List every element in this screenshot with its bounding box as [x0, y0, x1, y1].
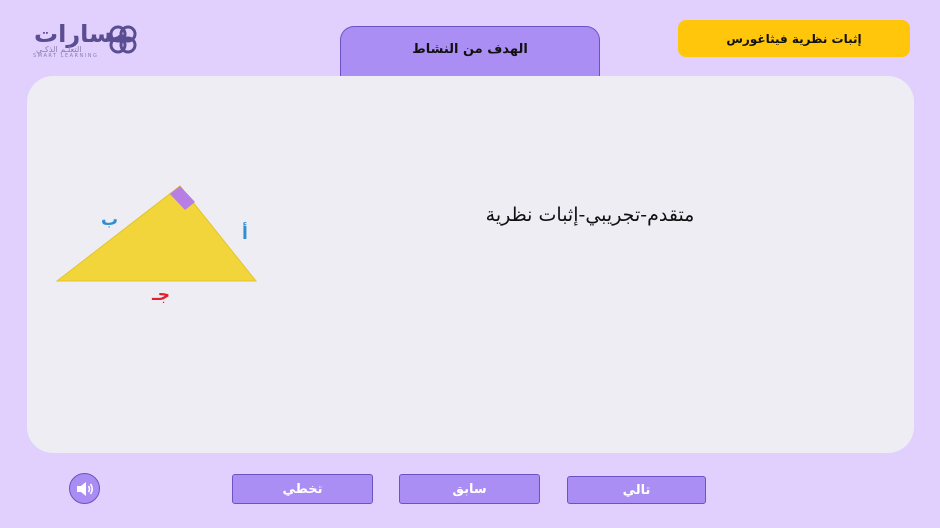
activity-level-text: متقدم-تجريبي-إثبات نظرية — [485, 204, 695, 226]
activity-title: إثبات نظرية فيثاغورس — [678, 20, 910, 57]
logo-knot-icon — [109, 25, 137, 54]
tab-activity-goal[interactable]: الهدف من النشاط — [340, 26, 600, 78]
triangle-diagram: ب أ جـ — [55, 185, 258, 305]
logo-tagline-en: SMART LEARNING — [33, 53, 99, 59]
logo: مسارات التعلـم الذكـي SMART LEARNING — [30, 20, 140, 62]
label-c: جـ — [151, 285, 170, 305]
triangle-shape — [55, 185, 258, 282]
label-b: ب — [101, 210, 118, 230]
next-button[interactable]: تالي — [567, 476, 706, 504]
label-a: أ — [242, 222, 248, 244]
pythagoras-triangle: ب أ جـ — [54, 183, 264, 312]
sound-button[interactable] — [69, 473, 100, 504]
previous-button[interactable]: سابق — [399, 474, 540, 504]
speaker-icon — [76, 481, 93, 496]
skip-button[interactable]: تخطي — [232, 474, 373, 504]
